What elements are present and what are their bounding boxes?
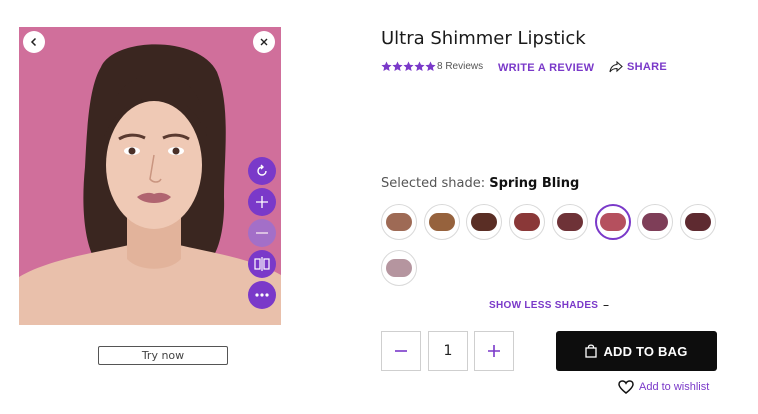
try-now-button[interactable]: Try now bbox=[98, 346, 228, 365]
zoom-out-icon bbox=[256, 232, 268, 234]
compare-icon bbox=[254, 257, 270, 271]
write-review-link[interactable]: WRITE A REVIEW bbox=[498, 62, 594, 74]
share-icon bbox=[609, 61, 623, 73]
increase-quantity-button[interactable] bbox=[474, 331, 514, 371]
shade-swatch[interactable] bbox=[552, 204, 588, 240]
star-icon bbox=[414, 60, 425, 71]
selected-shade: Selected shade: Spring Bling bbox=[381, 176, 579, 191]
rating-row: 8 Reviews bbox=[381, 59, 483, 73]
model-photo bbox=[19, 27, 281, 325]
add-to-bag-label: ADD TO BAG bbox=[603, 343, 688, 359]
share-label: SHARE bbox=[627, 61, 668, 73]
zoom-in-button[interactable] bbox=[248, 188, 276, 216]
close-icon bbox=[260, 38, 268, 46]
shade-swatch[interactable] bbox=[637, 204, 673, 240]
show-less-shades-label: SHOW LESS SHADES bbox=[489, 300, 599, 311]
star-icon bbox=[381, 60, 392, 71]
shade-swatch[interactable] bbox=[680, 204, 716, 240]
plus-icon bbox=[488, 345, 500, 357]
star-rating bbox=[381, 60, 436, 72]
show-less-shades-link[interactable]: SHOW LESS SHADES – bbox=[489, 300, 609, 311]
quantity-value: 1 bbox=[443, 343, 453, 359]
star-icon bbox=[403, 60, 414, 71]
shade-color bbox=[429, 213, 455, 231]
shade-color bbox=[386, 259, 412, 277]
back-button[interactable] bbox=[23, 31, 45, 53]
shade-color bbox=[642, 213, 668, 231]
shade-color bbox=[600, 213, 626, 231]
shade-swatch[interactable] bbox=[424, 204, 460, 240]
decrease-quantity-button[interactable] bbox=[381, 331, 421, 371]
shade-swatch[interactable] bbox=[595, 204, 631, 240]
shade-swatch[interactable] bbox=[381, 204, 417, 240]
collapse-icon: – bbox=[603, 300, 610, 311]
more-options-button[interactable] bbox=[248, 281, 276, 309]
share-button[interactable]: SHARE bbox=[609, 61, 667, 73]
add-to-wishlist-link[interactable]: Add to wishlist bbox=[618, 380, 709, 394]
star-icon bbox=[392, 60, 403, 71]
zoom-in-icon bbox=[256, 196, 268, 208]
more-icon bbox=[255, 293, 269, 297]
add-to-bag-button[interactable]: ADD TO BAG bbox=[556, 331, 717, 371]
shade-color bbox=[471, 213, 497, 231]
selected-shade-prefix: Selected shade: bbox=[381, 176, 486, 191]
shade-swatch[interactable] bbox=[466, 204, 502, 240]
shade-color bbox=[514, 213, 540, 231]
shade-swatch[interactable] bbox=[509, 204, 545, 240]
reset-button[interactable] bbox=[248, 157, 276, 185]
star-icon bbox=[425, 60, 436, 71]
selected-shade-name: Spring Bling bbox=[489, 176, 580, 191]
zoom-out-button[interactable] bbox=[248, 219, 276, 247]
compare-button[interactable] bbox=[248, 250, 276, 278]
shade-color bbox=[685, 213, 711, 231]
shopping-bag-icon bbox=[585, 344, 598, 358]
chevron-left-icon bbox=[30, 37, 37, 47]
product-title: Ultra Shimmer Lipstick bbox=[381, 28, 586, 49]
reset-icon bbox=[257, 164, 267, 176]
wishlist-label: Add to wishlist bbox=[639, 381, 710, 393]
shade-swatch[interactable] bbox=[381, 250, 417, 286]
virtual-try-on-viewer[interactable] bbox=[19, 27, 281, 325]
shade-color bbox=[557, 213, 583, 231]
reviews-count[interactable]: 8 Reviews bbox=[437, 61, 483, 72]
quantity-field[interactable]: 1 bbox=[428, 331, 468, 371]
heart-icon bbox=[618, 380, 634, 394]
shade-color bbox=[386, 213, 412, 231]
close-button[interactable] bbox=[253, 31, 275, 53]
minus-icon bbox=[395, 350, 407, 352]
